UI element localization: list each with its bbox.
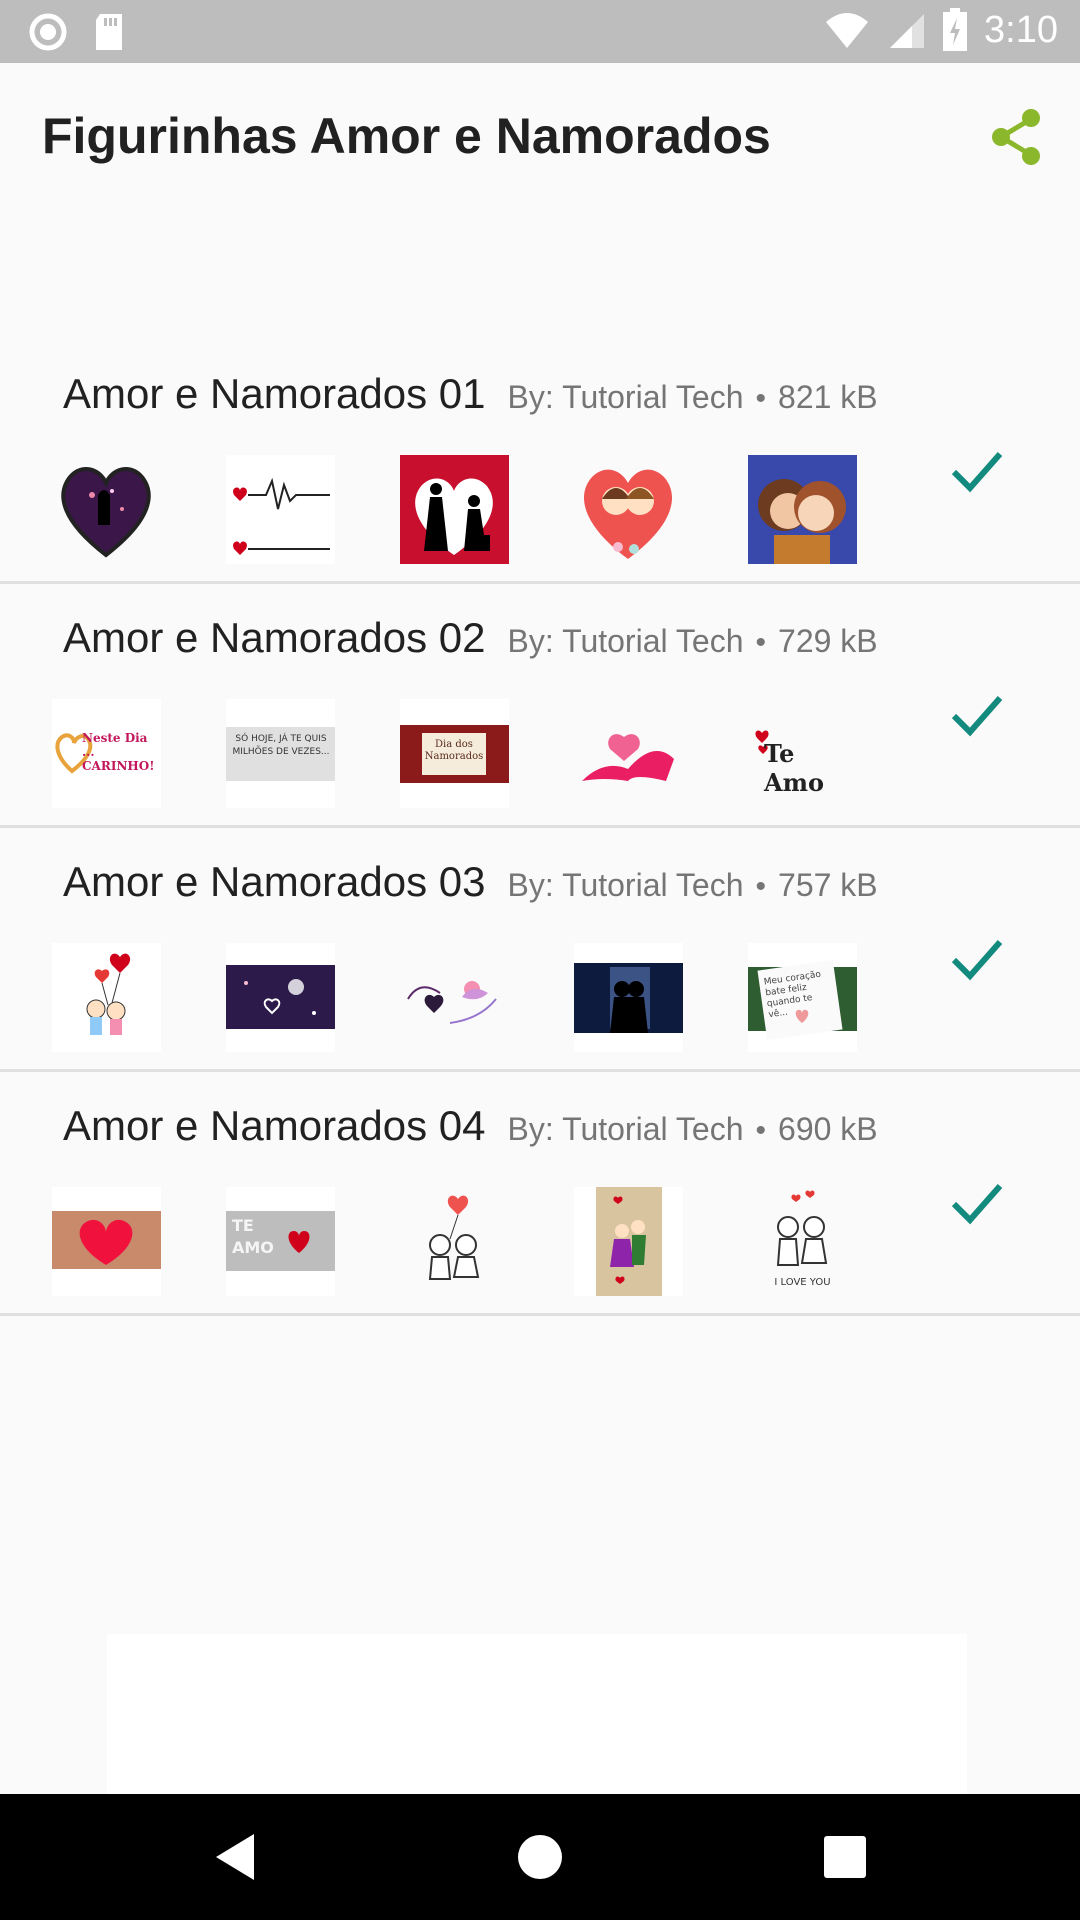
pack-size: 729 kB [778,623,878,659]
status-time: 3:10 [984,8,1058,51]
sticker-pack-row[interactable]: Amor e Namorados 01 By: Tutorial Tech • … [0,340,1080,584]
navigation-bar [0,1794,1080,1920]
status-bar: 3:10 [0,0,1080,63]
check-icon[interactable] [948,686,1006,744]
sticker-caption: Neste Dia ... CARINHO! [82,731,155,773]
pack-publisher: By: Tutorial Tech [507,867,744,903]
sync-icon [29,13,67,51]
pack-header: Amor e Namorados 04 By: Tutorial Tech • … [63,1102,878,1150]
sticker-hands-heart [52,1187,161,1296]
sticker-dia-dos-namorados: Dia dos Namorados [400,699,509,808]
pack-header: Amor e Namorados 03 By: Tutorial Tech • … [63,858,878,906]
sticker-pack-list: Amor e Namorados 01 By: Tutorial Tech • … [0,340,1080,1316]
sticker-heartbeat-line [226,455,335,564]
separator-dot: • [755,626,767,659]
sticker-sketch-kids [428,1195,480,1280]
pack-size: 821 kB [778,379,878,415]
sticker-kids-balloon [52,943,161,1052]
sticker-kissing-couple-art [748,455,857,564]
sticker-cupid-heart [407,981,497,1024]
sticker-caption: Te Amo [764,739,825,797]
sticker-dark-couple [574,943,683,1052]
check-icon[interactable] [948,1174,1006,1232]
separator-dot: • [755,870,767,903]
sticker-neste-dia: Neste Dia ... CARINHO! [52,699,161,808]
pack-name: Amor e Namorados 03 [63,858,486,905]
banner-ad-area [107,1634,967,1794]
sticker-galaxy-hearts [226,943,335,1052]
sticker-cartoon-couple-heart [583,469,673,559]
sticker-pack-row[interactable]: Amor e Namorados 03 By: Tutorial Tech • … [0,828,1080,1072]
separator-dot: • [755,382,767,415]
sticker-pack-row[interactable]: Amor e Namorados 02 By: Tutorial Tech • … [0,584,1080,828]
app-bar: Figurinhas Amor e Namorados [0,63,1080,213]
sticker-pink-couple [582,734,674,781]
share-icon[interactable] [985,105,1049,169]
sticker-caption: Dia dos Namorados [424,739,484,762]
pack-name: Amor e Namorados 04 [63,1102,486,1149]
pack-name: Amor e Namorados 02 [63,614,486,661]
sticker-thumbnails [52,455,857,564]
battery-icon [943,8,968,51]
pack-publisher: By: Tutorial Tech [507,379,744,415]
signal-icon [890,14,925,48]
sticker-couple-card [574,1187,683,1296]
pack-size: 690 kB [778,1111,878,1147]
pack-header: Amor e Namorados 01 By: Tutorial Tech • … [63,370,878,418]
home-circle-icon[interactable] [505,1822,575,1892]
sticker-pack-row[interactable]: Amor e Namorados 04 By: Tutorial Tech • … [0,1072,1080,1316]
page-title: Figurinhas Amor e Namorados [42,108,771,164]
pack-name: Amor e Namorados 01 [63,370,486,417]
check-icon[interactable] [948,442,1006,500]
sticker-te-amo-wood: TE AMO [226,1187,335,1296]
wifi-icon [826,13,869,48]
check-icon[interactable] [948,930,1006,988]
pack-publisher: By: Tutorial Tech [507,623,744,659]
sticker-heart-galaxy-couple [61,467,151,558]
pack-size: 757 kB [778,867,878,903]
sticker-thumbnails: Meu coração bate feliz quando te vê... [52,943,857,1052]
sticker-caption: I LOVE YOU [774,1277,831,1288]
separator-dot: • [755,1114,767,1147]
sticker-thumbnails: Neste Dia ... CARINHO! SÓ HOJE, JÁ TE QU… [52,699,857,808]
pack-publisher: By: Tutorial Tech [507,1111,744,1147]
sd-card-icon [96,14,122,50]
sticker-i-love-you: I LOVE YOU [748,1187,857,1296]
pack-header: Amor e Namorados 02 By: Tutorial Tech • … [63,614,878,662]
sticker-te-amo: Te Amo [748,699,857,808]
sticker-note-card: Meu coração bate feliz quando te vê... [748,943,857,1052]
sticker-proposal-silhouette [400,455,509,564]
sticker-caption: SÓ HOJE, JÁ TE QUIS MILHÕES DE VEZES... [232,734,330,757]
recents-square-icon[interactable] [810,1822,880,1892]
sticker-so-hoje: SÓ HOJE, JÁ TE QUIS MILHÕES DE VEZES... [226,699,335,808]
back-triangle-icon[interactable] [200,1822,270,1892]
sticker-caption: TE AMO [232,1216,274,1257]
sticker-thumbnails: TE AMO I LOVE YOU [52,1187,857,1296]
